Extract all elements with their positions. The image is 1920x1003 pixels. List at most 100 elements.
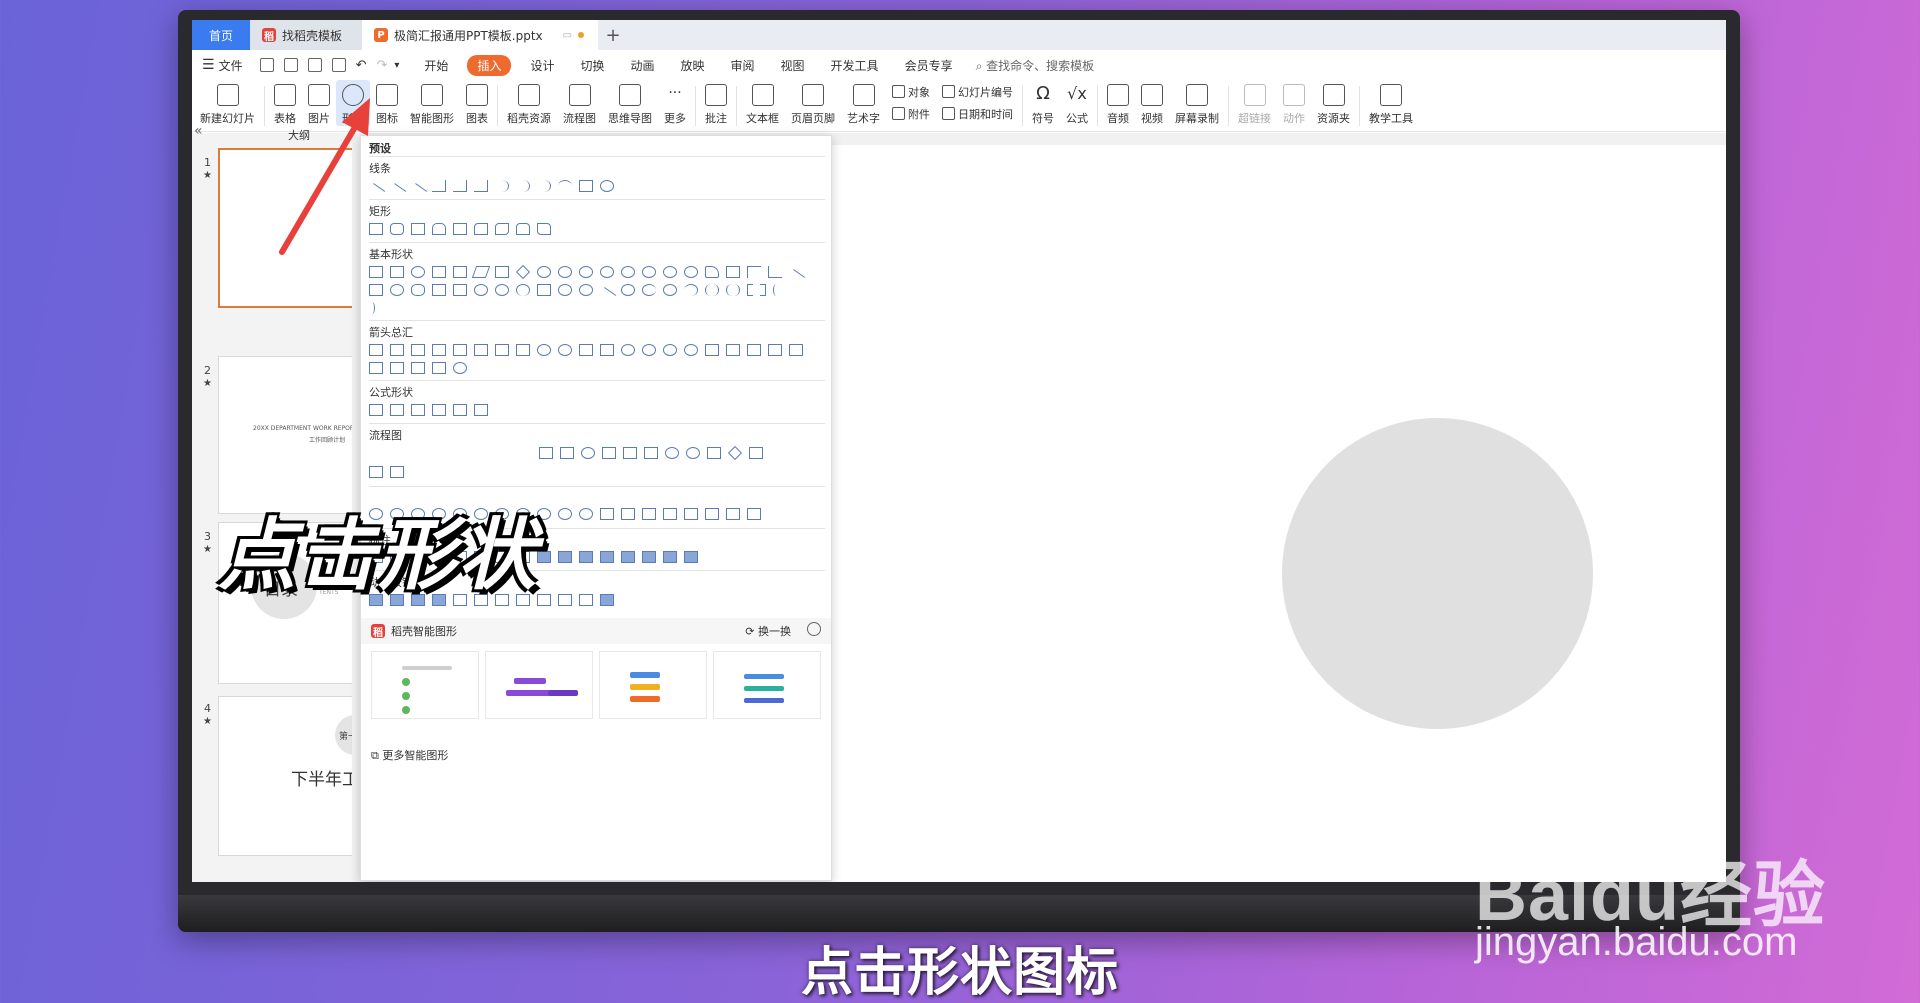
math-not-equal-shape-icon[interactable] [474,404,488,416]
curve-shape-icon[interactable] [558,180,572,192]
sun-shape-icon[interactable] [621,284,635,296]
curve-double-arrow-icon[interactable] [537,180,551,192]
scribble-shape-icon[interactable] [600,180,614,192]
accent-callout-4-icon[interactable] [600,551,614,563]
tab-document[interactable]: P 极简汇报通用PPT模板.pptx ▭ [362,20,598,50]
action-button[interactable]: 动作 [1277,80,1311,126]
smiley-face-shape-icon[interactable] [558,284,572,296]
menu-insert[interactable]: 插入 [467,54,512,76]
save-icon[interactable] [259,58,274,72]
preview-icon[interactable] [331,58,346,72]
dodecagon-shape-icon[interactable] [642,266,656,278]
double-wave-shape-icon[interactable] [747,508,761,520]
smart-template-3[interactable] [599,651,707,719]
flowchart-stored-data-icon[interactable] [390,466,404,478]
plaque-shape-icon[interactable] [390,284,404,296]
quad-arrow-callout-shape-icon[interactable] [432,362,446,374]
chord-shape-icon[interactable] [684,266,698,278]
video-button[interactable]: 视频 [1135,80,1169,126]
pentagon-arrow-shape-icon[interactable] [747,344,761,356]
mindmap-button[interactable]: 思维导图 [602,80,658,126]
cloud-shape-icon[interactable] [663,284,677,296]
parallelogram-shape-icon[interactable] [471,266,491,278]
math-divide-shape-icon[interactable] [432,404,446,416]
new-slide-button[interactable]: 新建幻灯片 [194,80,261,126]
docer-resource-button[interactable]: 稻壳资源 [501,80,557,126]
star-32-shape-icon[interactable] [579,508,593,520]
striped-right-arrow-shape-icon[interactable] [705,344,719,356]
symbol-button[interactable]: Ω 符号 [1026,80,1060,126]
action-help-icon[interactable] [579,594,593,606]
tab-find-template[interactable]: 稻 找稻壳模板 [250,20,362,50]
wave-shape-icon[interactable] [726,508,740,520]
down-arrow-shape-icon[interactable] [432,344,446,356]
smart-graphic-button[interactable]: 智能图形 [404,80,460,126]
u-turn-arrow-shape-icon[interactable] [558,344,572,356]
slide-circle-shape[interactable] [1282,418,1593,729]
up-down-arrow-shape-icon[interactable] [474,344,488,356]
menu-developer[interactable]: 开发工具 [818,57,892,74]
left-arrow-shape-icon[interactable] [390,344,404,356]
print-icon[interactable] [307,58,322,72]
up-arrow-shape-icon[interactable] [411,344,425,356]
math-plus-shape-icon[interactable] [369,404,383,416]
math-multiply-shape-icon[interactable] [411,404,425,416]
textbox-shape-icon[interactable] [369,266,383,278]
new-tab-button[interactable]: + [598,20,628,50]
bent-arrow-shape-icon[interactable] [537,344,551,356]
accent-callout-3-icon[interactable] [579,551,593,563]
textbox-button[interactable]: 文本框 [740,80,785,126]
chart-button[interactable]: 图表 [460,80,494,126]
double-bracket-shape-icon[interactable] [705,284,719,296]
elbow-connector-icon[interactable] [432,180,446,192]
heart-shape-icon[interactable] [579,284,593,296]
flowchart-extract-icon[interactable] [749,447,763,459]
smart-template-4[interactable] [713,651,821,719]
slide-number-button[interactable]: 幻灯片编号 [942,84,1013,100]
left-up-arrow-shape-icon[interactable] [579,344,593,356]
curved-left-arrow-shape-icon[interactable] [642,344,656,356]
object-button[interactable]: 对象 [892,84,930,100]
teardrop-shape-icon[interactable] [705,266,719,278]
triangle-shape-icon[interactable] [432,266,446,278]
more-smart-graphics-link[interactable]: ⧉ 更多智能图形 [371,747,448,763]
audio-button[interactable]: 音频 [1101,80,1135,126]
flowchart-punched-tape-icon[interactable] [644,447,658,459]
flowchart-summing-junction-icon[interactable] [665,447,679,459]
hexagon-shape-icon[interactable] [558,266,572,278]
curved-ribbon-down-shape-icon[interactable] [663,508,677,520]
curved-up-arrow-shape-icon[interactable] [663,344,677,356]
flowchart-card-icon[interactable] [623,447,637,459]
quad-arrow-shape-icon[interactable] [495,344,509,356]
menu-transition[interactable]: 切换 [567,57,617,74]
teaching-tools-button[interactable]: 教学工具 [1363,80,1419,126]
elbow-arrow-connector-icon[interactable] [453,180,467,192]
ribbon-down-shape-icon[interactable] [621,508,635,520]
curved-ribbon-up-shape-icon[interactable] [642,508,656,520]
hyperlink-button[interactable]: 超链接 [1232,80,1277,126]
flowchart-or-icon[interactable] [686,447,700,459]
decagon-shape-icon[interactable] [621,266,635,278]
wordart-button[interactable]: 艺术字 [841,80,886,126]
accent-callout-1-icon[interactable] [537,551,551,563]
ribbon-up-shape-icon[interactable] [600,508,614,520]
flowchart-manual-operation-icon[interactable] [560,447,574,459]
hamburger-icon[interactable]: ☰ [202,57,215,73]
menu-design[interactable]: 设计 [517,57,567,74]
flowchart-button[interactable]: 流程图 [557,80,602,126]
left-right-arrow-shape-icon[interactable] [453,344,467,356]
action-sound-icon[interactable] [558,594,572,606]
can-shape-icon[interactable] [411,284,425,296]
right-brace-shape-icon[interactable] [369,302,375,314]
flowchart-manual-input-icon[interactable] [539,447,553,459]
smart-template-2[interactable] [485,651,593,719]
menu-slideshow[interactable]: 放映 [668,57,718,74]
round-same-side-rect-icon[interactable] [516,223,530,235]
right-arrow-callout-shape-icon[interactable] [789,344,803,356]
menu-member[interactable]: 会员专享 [892,57,966,74]
round-single-corner-rect-icon[interactable] [495,223,509,235]
pie-shape-icon[interactable] [663,266,677,278]
feedback-chat-icon[interactable] [807,622,821,636]
l-shape-icon[interactable] [768,266,782,278]
tab-home[interactable]: 首页 [192,20,250,50]
